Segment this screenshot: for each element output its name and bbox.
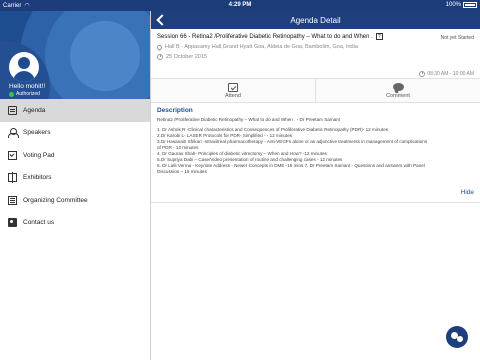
- comment-label: Comment: [386, 92, 410, 99]
- battery-percent: 100%: [445, 2, 461, 8]
- location-pin-icon: [155, 43, 164, 51]
- voting-pad-icon: [8, 150, 17, 160]
- sidebar-item-voting-pad[interactable]: Voting Pad: [0, 144, 150, 167]
- date-text: 25 October 2015: [166, 54, 207, 60]
- sidebar-item-exhibitors[interactable]: Exhibitors: [0, 167, 150, 190]
- session-info: Session 66 - Retina2 /Proliferative Diab…: [151, 29, 480, 79]
- auth-status: Authorized: [9, 91, 40, 97]
- sidebar-item-agenda[interactable]: Agenda: [0, 99, 150, 122]
- description-section: Description Retina2 /Proliferative Diabe…: [151, 103, 480, 203]
- description-line: Discussion – 15 minutes: [157, 169, 207, 174]
- status-bar: Carrier ◠ 4:29 PM 100%: [0, 0, 480, 11]
- comment-button[interactable]: Comment: [316, 79, 480, 102]
- hide-description-link[interactable]: Hide: [461, 189, 474, 196]
- sidebar-item-label: Contact us: [23, 219, 55, 227]
- sidebar-item-label: Agenda: [23, 106, 46, 114]
- sidebar-item-label: Organizing Committee: [23, 196, 88, 204]
- session-status: Not yet Started: [440, 35, 474, 41]
- time-range-text: 08:30 AM - 10:00 AM: [427, 71, 474, 77]
- status-dot-icon: [9, 91, 14, 97]
- session-date: 25 October 2015: [157, 54, 474, 60]
- speakers-icon: [8, 128, 19, 139]
- sidebar-item-label: Exhibitors: [23, 174, 52, 182]
- session-title: Session 66 - Retina2 /Proliferative Diab…: [157, 33, 373, 40]
- session-time-range: 08:30 AM - 10:00 AM: [419, 71, 474, 77]
- greeting-text: Hello mohit!!: [9, 83, 46, 90]
- avatar[interactable]: [9, 52, 39, 82]
- sidebar-item-organizing-committee[interactable]: Organizing Committee: [0, 189, 150, 212]
- sidebar-item-contact-us[interactable]: Contact us: [0, 212, 150, 235]
- exhibitors-icon: [8, 172, 17, 184]
- description-heading: Description: [157, 107, 193, 114]
- contact-icon: [8, 218, 17, 228]
- clock-icon: [419, 71, 426, 77]
- session-location: Hall B - Appasamy Hall,Grand Hyatt Goa, …: [155, 43, 474, 51]
- sidebar: Hello mohit!! Authorized Agenda Speakers…: [0, 11, 151, 360]
- session-actions: Attend Comment: [151, 79, 480, 103]
- sidebar-menu: Agenda Speakers Voting Pad Exhibitors Or…: [0, 99, 150, 234]
- profile-header: Hello mohit!! Authorized: [0, 11, 150, 99]
- clock-time: 4:29 PM: [228, 2, 252, 8]
- description-line: 3.Dr Hasanain Shikari -Intravitreal phar…: [157, 139, 428, 144]
- auth-status-label: Authorized: [16, 91, 40, 97]
- page-title: Agenda Detail: [290, 15, 341, 25]
- help-badge-icon[interactable]: ?: [375, 33, 383, 40]
- calendar-check-icon: [228, 82, 238, 92]
- sidebar-item-speakers[interactable]: Speakers: [0, 122, 150, 145]
- battery-indicator: 100%: [446, 2, 477, 8]
- back-button[interactable]: [154, 13, 168, 27]
- comment-bubble-icon: [392, 82, 404, 91]
- chat-fab-button[interactable]: [446, 326, 468, 348]
- clock-icon: [157, 54, 163, 60]
- location-text: Hall B - Appasamy Hall,Grand Hyatt Goa, …: [165, 44, 358, 50]
- sidebar-item-label: Speakers: [23, 129, 51, 137]
- nav-bar: Agenda Detail: [151, 11, 480, 29]
- description-subtitle: Retina2 /Proliferative Diabetic Retinopa…: [157, 117, 341, 122]
- attend-button[interactable]: Attend: [151, 79, 316, 102]
- battery-icon: [463, 2, 477, 8]
- sidebar-item-label: Voting Pad: [23, 151, 55, 159]
- main-panel: Agenda Detail Session 66 - Retina2 /Prol…: [151, 11, 480, 360]
- organizing-committee-icon: [8, 195, 17, 205]
- agenda-icon: [8, 105, 17, 115]
- session-title-row: Session 66 - Retina2 /Proliferative Diab…: [157, 33, 432, 40]
- description-list: 1. Dr Ashok R -Clinical characteristics …: [157, 127, 474, 175]
- attend-label: Attend: [225, 92, 241, 99]
